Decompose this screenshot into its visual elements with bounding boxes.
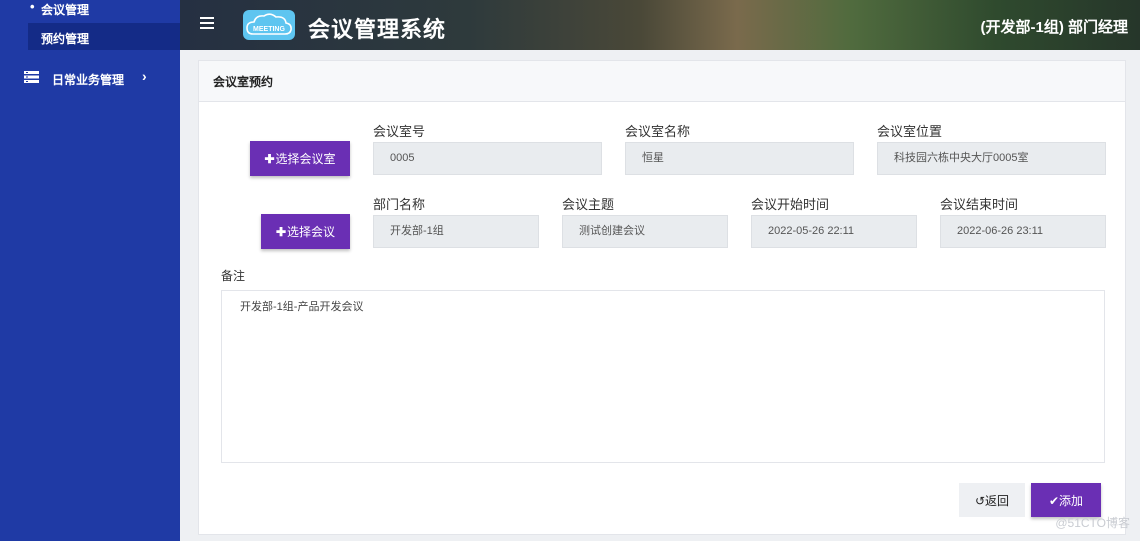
notes-textarea[interactable]: 开发部-1组-产品开发会议 <box>221 290 1105 463</box>
booking-panel: 会议室预约 ✚选择会议室 会议室号 0005 会议室名称 恒星 会议室位置 科技… <box>198 60 1126 535</box>
panel-title: 会议室预约 <box>213 75 274 89</box>
room-location-label: 会议室位置 <box>877 124 943 139</box>
sidebar-item-daily-business[interactable]: 日常业务管理 › <box>0 66 180 90</box>
select-room-button[interactable]: ✚选择会议室 <box>250 141 350 176</box>
menu-toggle-icon[interactable] <box>200 17 214 31</box>
server-icon <box>24 71 39 86</box>
check-icon: ✔ <box>1048 493 1060 508</box>
start-time-field[interactable]: 2022-05-26 22:11 <box>751 215 917 248</box>
dept-name-label: 部门名称 <box>373 197 426 212</box>
add-button[interactable]: ✔添加 <box>1031 483 1101 517</box>
select-meeting-button[interactable]: ✚选择会议 <box>261 214 350 249</box>
end-time-field[interactable]: 2022-06-26 23:11 <box>940 215 1106 248</box>
start-time-label: 会议开始时间 <box>751 197 830 212</box>
logo-text: MEETING <box>253 26 285 33</box>
sidebar-item-label: 日常业务管理 <box>52 73 125 87</box>
select-room-button-label: 选择会议室 <box>275 152 336 166</box>
meeting-logo: MEETING <box>243 10 295 40</box>
sidebar: • 会议管理 预约管理 日常业务管理 › <box>0 0 180 541</box>
bullet-icon: • <box>30 0 35 14</box>
meeting-topic-label: 会议主题 <box>562 197 615 212</box>
dept-name-field[interactable]: 开发部-1组 <box>373 215 539 248</box>
chevron-right-icon: › <box>142 68 147 84</box>
end-time-label: 会议结束时间 <box>940 197 1019 212</box>
system-title: 会议管理系统 <box>308 17 447 42</box>
back-button-label: 返回 <box>985 493 1010 508</box>
add-button-label: 添加 <box>1059 493 1084 508</box>
plus-icon: ✚ <box>275 225 287 239</box>
panel-header: 会议室预约 <box>199 61 1125 102</box>
sidebar-item-meeting-management[interactable]: • 会议管理 <box>0 0 180 17</box>
select-meeting-button-label: 选择会议 <box>287 225 336 239</box>
meeting-topic-field[interactable]: 测试创建会议 <box>562 215 728 248</box>
watermark: @51CTO博客 <box>1055 516 1130 530</box>
room-name-label: 会议室名称 <box>625 124 691 139</box>
room-number-label: 会议室号 <box>373 124 426 139</box>
room-location-field[interactable]: 科技园六栋中央大厅0005室 <box>877 142 1106 175</box>
back-button[interactable]: ↺返回 <box>959 483 1025 517</box>
user-role[interactable]: (开发部-1组) 部门经理 <box>981 16 1129 37</box>
room-number-field[interactable]: 0005 <box>373 142 602 175</box>
sidebar-item-booking-management[interactable]: 预约管理 <box>28 23 180 50</box>
notes-label: 备注 <box>221 269 246 283</box>
plus-icon: ✚ <box>264 152 275 166</box>
room-name-field[interactable]: 恒星 <box>625 142 854 175</box>
undo-icon: ↺ <box>974 493 986 508</box>
sidebar-item-label: 预约管理 <box>41 32 90 46</box>
sidebar-item-label: 会议管理 <box>41 3 90 17</box>
top-header: MEETING 会议管理系统 (开发部-1组) 部门经理 <box>180 0 1140 50</box>
